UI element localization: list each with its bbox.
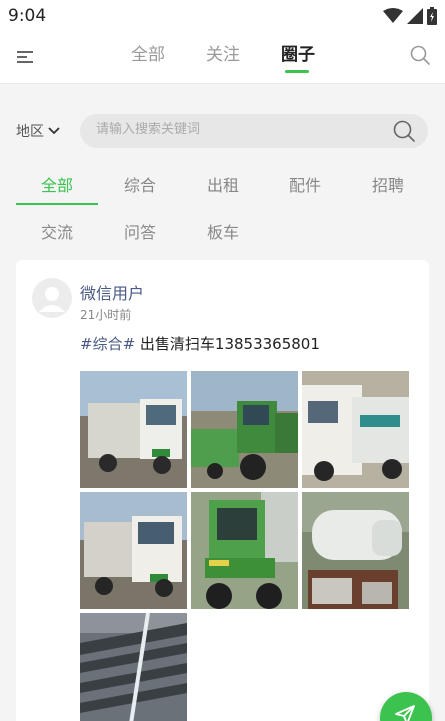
paper-plane-icon bbox=[395, 705, 415, 721]
status-time: 9:04 bbox=[8, 6, 47, 26]
search-icon[interactable] bbox=[392, 119, 416, 143]
status-icons bbox=[383, 6, 437, 26]
region-label: 地区 bbox=[16, 124, 44, 140]
top-tab-follow[interactable]: 关注 bbox=[206, 40, 240, 65]
category-tab-parts[interactable]: 配件 bbox=[275, 172, 335, 196]
category-tab-rental[interactable]: 出租 bbox=[193, 172, 253, 196]
post-body: 出售清扫车13853365801 bbox=[135, 335, 320, 353]
post-photo-2[interactable] bbox=[191, 371, 298, 488]
post-photo-7[interactable] bbox=[80, 613, 187, 721]
user-avatar-icon bbox=[39, 287, 65, 312]
category-tab-general[interactable]: 综合 bbox=[110, 172, 170, 196]
category-indicator bbox=[16, 203, 98, 205]
post-text: #综合# 出售清扫车13853365801 bbox=[80, 333, 320, 354]
search-box bbox=[80, 114, 428, 148]
post-card[interactable]: 微信用户 21小时前 #综合# 出售清扫车13853365801 bbox=[16, 260, 429, 721]
search-icon[interactable] bbox=[409, 44, 431, 66]
status-bar: 9:04 bbox=[0, 0, 445, 34]
category-tab-flatbed[interactable]: 板车 bbox=[193, 219, 253, 243]
post-photo-5[interactable] bbox=[191, 492, 298, 609]
category-tab-qa[interactable]: 问答 bbox=[110, 219, 170, 243]
top-nav: 全部 关注 圈子 bbox=[0, 34, 445, 84]
category-tab-all[interactable]: 全部 bbox=[27, 172, 87, 196]
post-tag[interactable]: #综合# bbox=[80, 335, 135, 353]
menu-icon[interactable] bbox=[14, 46, 36, 68]
cellular-signal-icon bbox=[407, 8, 423, 24]
wifi-icon bbox=[383, 8, 403, 23]
top-tab-all[interactable]: 全部 bbox=[131, 40, 165, 65]
category-tab-jobs[interactable]: 招聘 bbox=[358, 172, 418, 196]
search-input[interactable] bbox=[96, 122, 386, 137]
category-tabs: 全部 综合 出租 配件 招聘 交流 问答 板车 bbox=[0, 168, 445, 268]
post-username[interactable]: 微信用户 bbox=[80, 280, 144, 304]
avatar[interactable] bbox=[32, 278, 72, 318]
content: 地区 全部 综合 出租 配件 招聘 交流 问答 板车 微信用户 21小时前 bbox=[0, 84, 445, 721]
top-tab-indicator bbox=[285, 70, 309, 73]
region-selector[interactable]: 地区 bbox=[16, 121, 60, 141]
battery-icon bbox=[427, 7, 437, 25]
filter-bar: 地区 bbox=[0, 112, 445, 152]
post-photo-6[interactable] bbox=[302, 492, 409, 609]
top-tab-circle[interactable]: 圈子 bbox=[281, 40, 315, 65]
post-photo-3[interactable] bbox=[302, 371, 409, 488]
category-tab-discussion[interactable]: 交流 bbox=[27, 219, 87, 243]
post-photo-1[interactable] bbox=[80, 371, 187, 488]
post-photo-4[interactable] bbox=[80, 492, 187, 609]
post-time: 21小时前 bbox=[80, 308, 132, 322]
chevron-down-icon bbox=[48, 127, 60, 135]
